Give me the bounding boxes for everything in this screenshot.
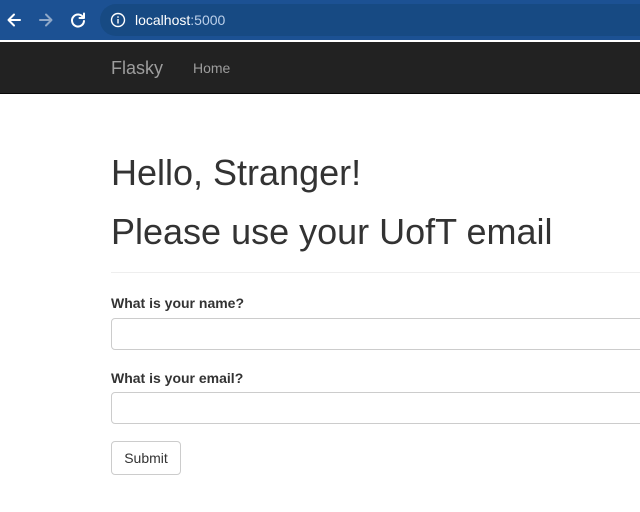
app-navbar: Flasky Home — [0, 42, 640, 94]
name-label: What is your name? — [111, 295, 245, 311]
back-button[interactable] — [2, 8, 26, 32]
address-bar[interactable]: localhost:5000 — [100, 4, 640, 36]
back-arrow-icon — [7, 13, 21, 27]
instruction-heading: Please use your UofT email — [111, 211, 553, 252]
forward-arrow-icon — [39, 13, 53, 27]
header-divider — [111, 272, 640, 273]
nav-item-home[interactable]: Home — [193, 60, 230, 76]
name-input[interactable] — [111, 318, 640, 350]
browser-toolbar: localhost:5000 — [0, 0, 640, 40]
reload-button[interactable] — [66, 8, 90, 32]
reload-icon — [71, 12, 85, 28]
url-text[interactable]: localhost:5000 — [135, 12, 225, 28]
email-input[interactable] — [111, 392, 640, 424]
url-host: localhost — [135, 12, 191, 28]
page-header: Hello, Stranger! Please use your UofT em… — [111, 150, 640, 255]
email-label: What is your email? — [111, 370, 244, 386]
url-port: :5000 — [190, 12, 226, 28]
greeting-heading: Hello, Stranger! — [111, 152, 362, 193]
forward-button[interactable] — [34, 8, 58, 32]
navbar-brand[interactable]: Flasky — [111, 58, 163, 78]
site-info-icon[interactable] — [110, 12, 126, 28]
submit-button[interactable]: Submit — [111, 441, 181, 475]
